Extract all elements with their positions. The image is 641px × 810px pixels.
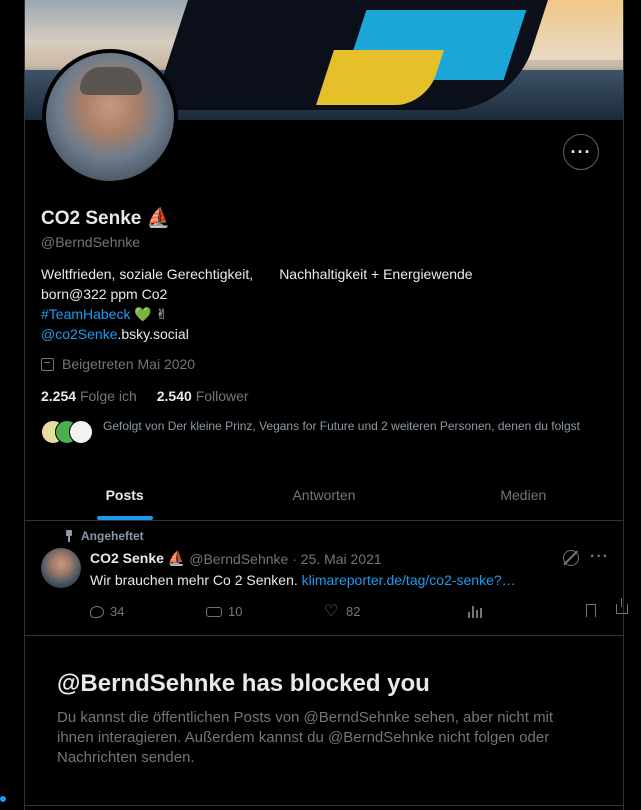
retweet-button[interactable]: 10 bbox=[206, 604, 242, 619]
followers-label: Follower bbox=[195, 388, 249, 404]
bio-hashtag-line: #TeamHabeck 💚 ✌ bbox=[41, 304, 611, 324]
bio-line-2: born@322 ppm Co2 bbox=[41, 286, 168, 302]
retweet-count: 10 bbox=[228, 604, 243, 619]
following-count: 2.254 bbox=[41, 388, 77, 404]
bottom-divider bbox=[25, 805, 623, 806]
avatar-hair bbox=[80, 67, 142, 95]
tab-label: Medien bbox=[500, 487, 547, 503]
calendar-icon bbox=[41, 357, 54, 371]
bio-text-b: Nachhaltigkeit + Energiewende bbox=[279, 266, 473, 282]
pinned-text: Angeheftet bbox=[81, 529, 144, 543]
profile-tabs: Posts Antworten Medien bbox=[25, 470, 623, 521]
profile-joined: Beigetreten Mai 2020 bbox=[41, 356, 195, 372]
notification-dot bbox=[0, 796, 6, 802]
mini-avatar bbox=[69, 420, 93, 444]
like-button[interactable]: ♡ 82 bbox=[324, 602, 361, 620]
followed-by-avatars bbox=[41, 420, 93, 444]
profile-display-name: CO2 Senke ⛵ bbox=[41, 208, 171, 229]
following-link[interactable]: 2.254 Folge ich bbox=[41, 388, 137, 404]
tab-label: Antworten bbox=[292, 487, 356, 503]
tweet-avatar[interactable] bbox=[41, 548, 81, 588]
bookmark-icon bbox=[586, 604, 596, 617]
like-count: 82 bbox=[346, 604, 361, 619]
bio-hashtag-link[interactable]: #TeamHabeck bbox=[41, 306, 131, 322]
profile-stats: 2.254 Folge ich 2.540 Follower bbox=[41, 388, 249, 404]
reply-count: 34 bbox=[110, 604, 125, 619]
bio-mention-suffix: .bsky.social bbox=[117, 326, 189, 342]
pin-icon bbox=[65, 530, 73, 542]
pinned-label: Angeheftet bbox=[65, 529, 144, 543]
bio-text-a: Weltfrieden, soziale Gerechtigkeit, bbox=[41, 266, 254, 282]
followers-link[interactable]: 2.540 Follower bbox=[157, 388, 249, 404]
tab-media[interactable]: Medien bbox=[424, 470, 623, 520]
section-divider bbox=[25, 635, 623, 636]
following-label: Folge ich bbox=[79, 388, 137, 404]
profile-handle: @BerndSehnke bbox=[41, 234, 141, 250]
tweet-link[interactable]: klimareporter.de/tag/co2-senke?… bbox=[302, 572, 516, 588]
tab-posts[interactable]: Posts bbox=[25, 470, 224, 520]
blocked-message: Du kannst die öffentlichen Posts von @Be… bbox=[57, 709, 554, 766]
reply-icon bbox=[90, 605, 104, 618]
tweet-more-button[interactable]: ··· bbox=[590, 548, 609, 566]
profile-more-button[interactable]: ··· bbox=[563, 134, 599, 170]
blocked-title: @BerndSehnke has blocked you bbox=[57, 670, 430, 697]
share-icon bbox=[616, 598, 628, 614]
views-icon bbox=[468, 604, 484, 618]
followed-by[interactable]: Gefolgt von Der kleine Prinz, Vegans for… bbox=[41, 418, 601, 444]
followers-count: 2.540 bbox=[156, 388, 192, 404]
share-button[interactable] bbox=[616, 598, 628, 614]
tweet-author[interactable]: CO2 Senke ⛵ bbox=[90, 550, 185, 567]
profile-avatar[interactable] bbox=[42, 49, 178, 185]
tab-label: Posts bbox=[105, 487, 144, 503]
tweet-text: Wir brauchen mehr Co 2 Senken. klimarepo… bbox=[90, 572, 570, 588]
profile-bio: Weltfrieden, soziale Gerechtigkeit, Nach… bbox=[41, 264, 611, 344]
tweet-body: Wir brauchen mehr Co 2 Senken. bbox=[90, 572, 302, 588]
tweet-header: CO2 Senke ⛵ @BerndSehnke · 25. Mai 2021 bbox=[90, 550, 382, 567]
grok-icon[interactable] bbox=[563, 550, 579, 566]
profile-column: ··· CO2 Senke ⛵ @BerndSehnke Weltfrieden… bbox=[24, 0, 628, 810]
bio-emoji: 💚 ✌ bbox=[130, 306, 168, 322]
bio-line: Weltfrieden, soziale Gerechtigkeit, Nach… bbox=[41, 264, 611, 284]
tweet-actions: 34 10 ♡ 82 bbox=[90, 598, 628, 622]
bio-mention-link[interactable]: @co2Senke bbox=[41, 326, 117, 342]
views-button[interactable] bbox=[468, 604, 484, 618]
heart-icon: ♡ bbox=[324, 602, 339, 620]
bookmark-button[interactable] bbox=[586, 604, 596, 617]
tweet-meta[interactable]: @BerndSehnke · 25. Mai 2021 bbox=[189, 551, 381, 567]
tab-replies[interactable]: Antworten bbox=[224, 470, 423, 520]
bio-mention-line: @co2Senke.bsky.social bbox=[41, 324, 611, 344]
tab-active-indicator bbox=[96, 516, 153, 520]
retweet-icon bbox=[206, 606, 222, 617]
followed-by-text: Gefolgt von Der kleine Prinz, Vegans for… bbox=[103, 419, 580, 433]
joined-text: Beigetreten Mai 2020 bbox=[62, 356, 196, 372]
reply-button[interactable]: 34 bbox=[90, 604, 124, 619]
